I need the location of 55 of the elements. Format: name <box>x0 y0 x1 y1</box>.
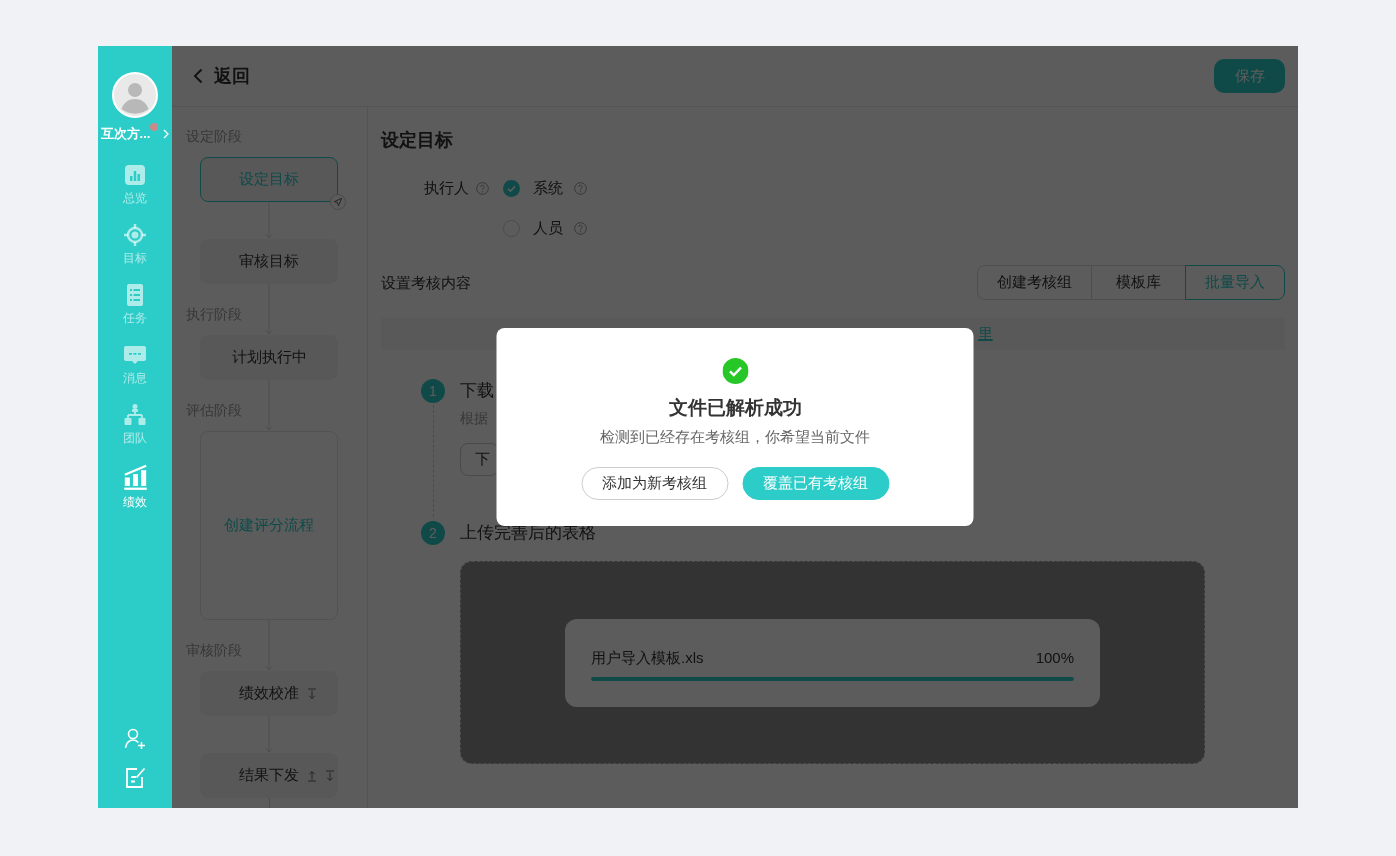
user-add-icon[interactable] <box>123 727 147 751</box>
chevron-right-icon <box>163 129 170 139</box>
overwrite-button[interactable]: 覆盖已有考核组 <box>742 467 889 500</box>
nav-item[interactable]: 绩效 <box>98 454 172 514</box>
move-up-icon[interactable] <box>307 769 317 782</box>
upload-dropzone[interactable]: 用户导入模板.xls 100% <box>460 561 1205 764</box>
step-number: 2 <box>421 521 445 545</box>
section-label: 设置考核内容 <box>381 272 471 293</box>
tab[interactable]: 创建考核组 <box>977 265 1092 300</box>
dialog-message: 检测到已经存在考核组，你希望当前文件 <box>600 427 870 447</box>
flow-step[interactable]: 审核目标 <box>200 239 338 284</box>
back-button[interactable]: 返回 <box>193 64 250 88</box>
file-name: 用户导入模板.xls <box>591 647 704 668</box>
nav-item[interactable]: 总览 <box>98 154 172 214</box>
help-icon[interactable] <box>476 181 489 195</box>
save-button[interactable]: 保存 <box>1214 59 1285 93</box>
success-check-icon <box>722 358 748 384</box>
chevron-left-icon <box>193 68 203 84</box>
add-new-button[interactable]: 添加为新考核组 <box>581 467 728 500</box>
org-chart-icon <box>123 403 147 427</box>
step-action-button[interactable]: 下 <box>460 443 499 476</box>
radio-button[interactable] <box>503 179 520 197</box>
send-icon <box>330 194 346 210</box>
nav-item[interactable]: 目标 <box>98 214 172 274</box>
flow-step[interactable]: 设定目标 <box>200 157 338 202</box>
user-menu-button[interactable]: 互次方... <box>100 126 170 142</box>
connector-arrow <box>263 202 275 239</box>
flow-step[interactable]: 绩效校准 <box>200 671 338 716</box>
avatar[interactable] <box>112 72 158 118</box>
tab[interactable]: 批量导入 <box>1185 265 1285 300</box>
chat-icon <box>123 343 147 367</box>
dialog-title: 文件已解析成功 <box>668 396 802 420</box>
move-down-icon[interactable] <box>325 769 335 782</box>
nav-item[interactable]: 任务 <box>98 274 172 334</box>
flow-step[interactable]: 结果下发 <box>200 753 338 798</box>
move-down-icon[interactable] <box>307 687 317 700</box>
step-title: 下载 <box>460 380 494 402</box>
template-link[interactable]: 里 <box>978 324 993 344</box>
flow-step[interactable]: 计划执行中 <box>200 335 338 380</box>
bar-chart-icon <box>123 163 147 187</box>
nav-item[interactable]: 团队 <box>98 394 172 454</box>
option-label: 系统 <box>533 178 563 198</box>
help-icon[interactable] <box>574 181 587 195</box>
nav-item[interactable]: 消息 <box>98 334 172 394</box>
option-label: 人员 <box>533 218 563 238</box>
field-label: 执行人 <box>424 178 469 198</box>
tab[interactable]: 模板库 <box>1091 265 1186 300</box>
help-icon[interactable] <box>574 221 587 235</box>
flow-step[interactable]: 创建评分流程 <box>200 431 338 620</box>
section-title: 设定目标 <box>381 129 453 152</box>
upload-percent: 100% <box>1035 647 1074 668</box>
target-icon <box>123 223 147 247</box>
step-number: 1 <box>421 379 445 403</box>
edit-icon[interactable] <box>123 766 147 790</box>
growth-chart-icon <box>121 464 149 491</box>
